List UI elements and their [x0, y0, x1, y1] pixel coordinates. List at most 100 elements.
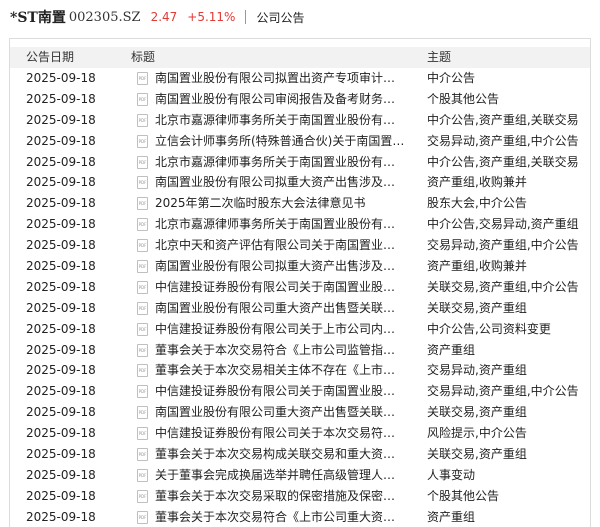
table-row[interactable]: 2025-09-18 PDF 2025年第二次临时股东大会法律意见书 股东大会,中介公… [10, 193, 590, 214]
announcement-title-link[interactable]: 北京市嘉源律师事务所关于南国置业股份有… [155, 214, 413, 235]
pdf-file-icon[interactable]: PDF [137, 427, 148, 441]
announcement-date: 2025-09-18 [26, 300, 96, 315]
announcement-tags: 中介公告,资产重组,关联交易 [427, 154, 579, 169]
table-row[interactable]: 2025-09-18 PDF 董事会关于本次交易构成关联交易和重大资… 关联交易,资产… [10, 444, 590, 465]
stock-price: 2.47 [150, 10, 178, 24]
pdf-file-icon[interactable]: PDF [137, 322, 148, 336]
announcement-title-link[interactable]: 北京市嘉源律师事务所关于南国置业股份有… [155, 110, 413, 131]
announcement-title-link[interactable]: 南国置业股份有限公司审阅报告及备考财务… [155, 89, 413, 110]
pdf-file-icon[interactable]: PDF [137, 113, 148, 127]
announcement-tags: 交易异动,资产重组,中介公告 [427, 384, 579, 399]
pdf-file-icon[interactable]: PDF [137, 72, 148, 85]
announcement-title-link[interactable]: 南国置业股份有限公司拟置出资产专项审计… [155, 68, 413, 89]
table-row[interactable]: 2025-09-18 PDF 董事会关于本次交易符合《上市公司重大资… 资产重组 [10, 507, 590, 527]
pdf-file-icon[interactable]: PDF [137, 489, 148, 503]
pdf-file-icon[interactable]: PDF [137, 510, 148, 524]
announcement-tags: 中介公告,公司资料变更 [427, 321, 551, 336]
pdf-file-icon[interactable]: PDF [137, 92, 148, 106]
pdf-icon-label: PDF [138, 138, 147, 144]
pdf-file-icon[interactable]: PDF [137, 239, 148, 253]
pdf-icon-label: PDF [138, 472, 147, 478]
announcement-title-link[interactable]: 董事会关于本次交易相关主体不存在《上市… [155, 360, 413, 381]
announcement-title-link[interactable]: 中信建投证券股份有限公司关于本次交易符… [155, 423, 413, 444]
table-row[interactable]: 2025-09-18 PDF 中信建投证券股份有限公司关于本次交易符… 风险提示,中介… [10, 423, 590, 444]
table-row[interactable]: 2025-09-18 PDF 董事会关于本次交易采取的保密措施及保密… 个股其他公告 [10, 486, 590, 507]
announcement-tags: 关联交易,资产重组 [427, 300, 527, 315]
table-row[interactable]: 2025-09-18 PDF 南国置业股份有限公司审阅报告及备考财务… 个股其他公告 [10, 89, 590, 110]
pdf-file-icon[interactable]: PDF [137, 176, 148, 190]
announcement-date: 2025-09-18 [26, 91, 96, 106]
pdf-file-icon[interactable]: PDF [137, 134, 148, 148]
announcement-tags: 个股其他公告 [427, 91, 500, 106]
pdf-file-icon[interactable]: PDF [137, 343, 148, 357]
announcement-title-link[interactable]: 中信建投证券股份有限公司关于南国置业股… [155, 277, 413, 298]
announcement-title-link[interactable]: 北京市嘉源律师事务所关于南国置业股份有… [155, 152, 413, 173]
table-row[interactable]: 2025-09-18 PDF 立信会计师事务所(特殊普通合伙)关于南国置… 交易异动,… [10, 131, 590, 152]
announcement-tags: 中介公告,交易异动,资产重组 [427, 217, 579, 232]
announcement-title-link[interactable]: 董事会关于本次交易构成关联交易和重大资… [155, 444, 413, 465]
announcement-date: 2025-09-18 [26, 321, 96, 336]
table-row[interactable]: 2025-09-18 PDF 北京市嘉源律师事务所关于南国置业股份有… 中介公告,交易… [10, 214, 590, 235]
pdf-file-icon[interactable]: PDF [137, 218, 148, 232]
table-row[interactable]: 2025-09-18 PDF 关于董事会完成换届选举并聘任高级管理人… 人事变动 [10, 465, 590, 486]
announcement-title-link[interactable]: 南国置业股份有限公司拟重大资产出售涉及… [155, 172, 413, 193]
table-row[interactable]: 2025-09-18 PDF 南国置业股份有限公司拟重大资产出售涉及… 资产重组,收购… [10, 256, 590, 277]
announcement-title-link[interactable]: 董事会关于本次交易采取的保密措施及保密… [155, 486, 413, 507]
pdf-file-icon[interactable]: PDF [137, 448, 148, 462]
announcement-title-link[interactable]: 北京中天和资产评估有限公司关于南国置业… [155, 235, 413, 256]
announcement-title-link[interactable]: 南国置业股份有限公司重大资产出售暨关联… [155, 402, 413, 423]
table-header: 公告日期 标题 主题 [10, 47, 590, 68]
announcement-date: 2025-09-18 [26, 363, 96, 378]
table-row[interactable]: 2025-09-18 PDF 北京市嘉源律师事务所关于南国置业股份有… 中介公告,资产… [10, 152, 590, 173]
announcement-tags: 交易异动,资产重组,中介公告 [427, 238, 579, 253]
announcement-title-link[interactable]: 中信建投证券股份有限公司关于南国置业股… [155, 381, 413, 402]
table-row[interactable]: 2025-09-18 PDF 北京中天和资产评估有限公司关于南国置业… 交易异动,资产… [10, 235, 590, 256]
announcement-title-link[interactable]: 南国置业股份有限公司重大资产出售暨关联… [155, 298, 413, 319]
announcement-title-link[interactable]: 2025年第二次临时股东大会法律意见书 [155, 193, 413, 214]
column-header-date[interactable]: 公告日期 [26, 47, 74, 68]
announcement-title-link[interactable]: 董事会关于本次交易符合《上市公司重大资… [155, 507, 413, 527]
announcement-title-link[interactable]: 董事会关于本次交易符合《上市公司监管指… [155, 340, 413, 361]
announcement-tags: 资产重组,收购兼并 [427, 175, 527, 190]
announcement-date: 2025-09-18 [26, 217, 96, 232]
table-row[interactable]: 2025-09-18 PDF 董事会关于本次交易相关主体不存在《上市… 交易异动,资产… [10, 360, 590, 381]
pdf-file-icon[interactable]: PDF [137, 406, 148, 420]
table-row[interactable]: 2025-09-18 PDF 北京市嘉源律师事务所关于南国置业股份有… 中介公告,资产… [10, 110, 590, 131]
table-row[interactable]: 2025-09-18 PDF 中信建投证券股份有限公司关于上市公司内… 中介公告,公司… [10, 319, 590, 340]
announcement-title-link[interactable]: 关于董事会完成换届选举并聘任高级管理人… [155, 465, 413, 486]
announcement-title-link[interactable]: 南国置业股份有限公司拟重大资产出售涉及… [155, 256, 413, 277]
announcement-tags: 风险提示,中介公告 [427, 426, 527, 441]
pdf-file-icon[interactable]: PDF [137, 280, 148, 294]
table-row[interactable]: 2025-09-18 PDF 南国置业股份有限公司拟置出资产专项审计… 中介公告 [10, 68, 590, 89]
pdf-file-icon[interactable]: PDF [137, 197, 148, 211]
pdf-file-icon[interactable]: PDF [137, 260, 148, 274]
pdf-file-icon[interactable]: PDF [137, 301, 148, 315]
pdf-file-icon[interactable]: PDF [137, 155, 148, 169]
table-row[interactable]: 2025-09-18 PDF 董事会关于本次交易符合《上市公司监管指… 资产重组 [10, 340, 590, 361]
pdf-icon-label: PDF [138, 389, 147, 395]
announcement-title-link[interactable]: 立信会计师事务所(特殊普通合伙)关于南国置… [155, 131, 413, 152]
pdf-file-icon[interactable]: PDF [137, 385, 148, 399]
table-row[interactable]: 2025-09-18 PDF 南国置业股份有限公司重大资产出售暨关联… 关联交易,资产… [10, 402, 590, 423]
announcement-tags: 资产重组 [427, 342, 476, 357]
announcement-date: 2025-09-18 [26, 175, 96, 190]
pdf-file-icon[interactable]: PDF [137, 468, 148, 482]
stock-code: 002305.SZ [68, 9, 141, 25]
column-header-tags: 主题 [427, 50, 452, 64]
table-row[interactable]: 2025-09-18 PDF 中信建投证券股份有限公司关于南国置业股… 交易异动,资产… [10, 381, 590, 402]
announcement-tags: 关联交易,资产重组 [427, 447, 527, 462]
table-row[interactable]: 2025-09-18 PDF 南国置业股份有限公司拟重大资产出售涉及… 资产重组,收购… [10, 172, 590, 193]
table-row[interactable]: 2025-09-18 PDF 南国置业股份有限公司重大资产出售暨关联… 关联交易,资产… [10, 298, 590, 319]
pdf-icon-label: PDF [138, 76, 147, 81]
table-row[interactable]: 2025-09-18 PDF 中信建投证券股份有限公司关于南国置业股… 关联交易,资产… [10, 277, 590, 298]
announcement-tags: 交易异动,资产重组 [427, 363, 527, 378]
announcement-title-link[interactable]: 中信建投证券股份有限公司关于上市公司内… [155, 319, 413, 340]
announcement-tags: 资产重组 [427, 509, 476, 524]
stock-name[interactable]: *ST南置 [10, 7, 66, 27]
pdf-icon-label: PDF [138, 431, 147, 437]
announcement-date: 2025-09-18 [26, 112, 96, 127]
announcement-date: 2025-09-18 [26, 259, 96, 274]
pdf-file-icon[interactable]: PDF [137, 364, 148, 378]
announcement-date: 2025-09-18 [26, 405, 96, 420]
header-divider [245, 10, 247, 24]
